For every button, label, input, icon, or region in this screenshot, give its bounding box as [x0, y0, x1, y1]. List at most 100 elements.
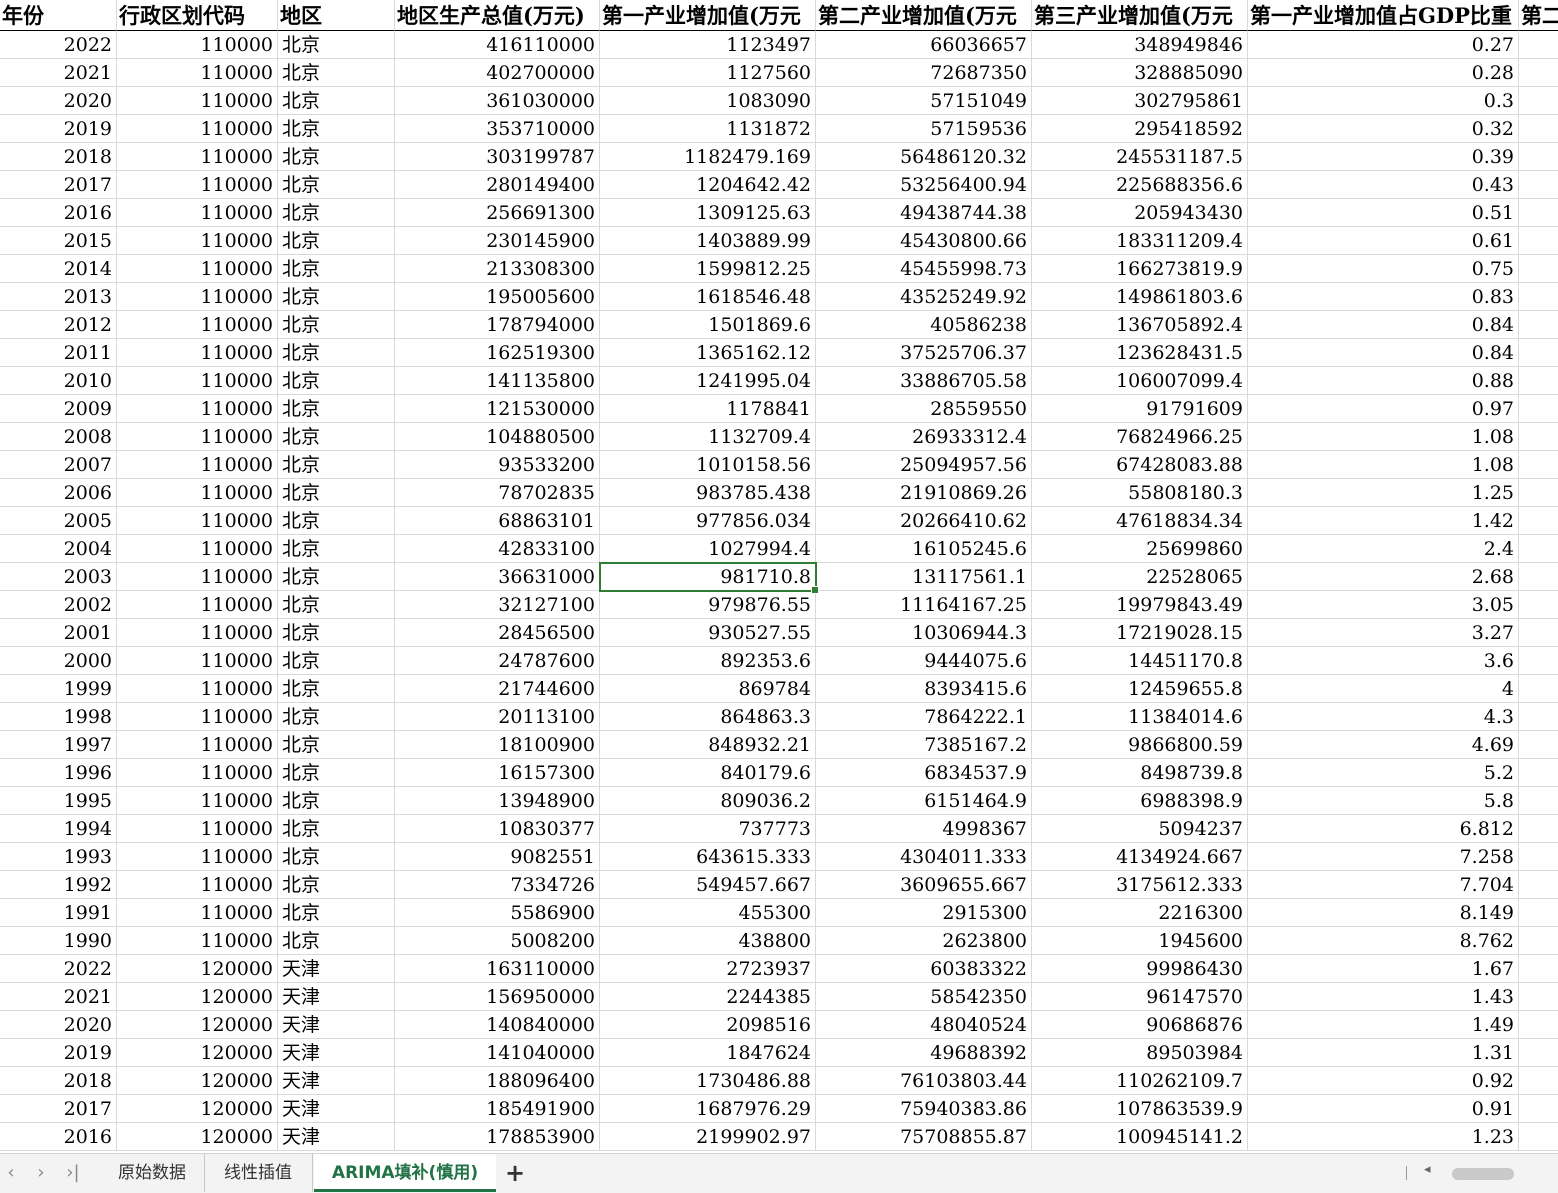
last-sheet-icon[interactable]: ›|: [62, 1162, 84, 1184]
cell-admin-code[interactable]: 120000: [117, 1067, 278, 1095]
cell-admin-code[interactable]: 110000: [117, 619, 278, 647]
cell-secondary-share[interactable]: [1519, 731, 1558, 759]
cell-primary-industry[interactable]: 1178841: [600, 395, 816, 423]
column-header-secondary-industry[interactable]: 第二产业增加值(万元: [816, 0, 1032, 31]
cell-tertiary-industry[interactable]: 96147570: [1032, 983, 1248, 1011]
cell-admin-code[interactable]: 110000: [117, 199, 278, 227]
cell-primary-industry[interactable]: 977856.034: [600, 507, 816, 535]
cell-year[interactable]: 1993: [0, 843, 117, 871]
cell-secondary-share[interactable]: [1519, 1123, 1558, 1151]
cell-gdp[interactable]: 9082551: [395, 843, 600, 871]
cell-admin-code[interactable]: 110000: [117, 283, 278, 311]
cell-secondary-industry[interactable]: 53256400.94: [816, 171, 1032, 199]
cell-primary-industry[interactable]: 1618546.48: [600, 283, 816, 311]
cell-gdp[interactable]: 68863101: [395, 507, 600, 535]
cell-year[interactable]: 2016: [0, 199, 117, 227]
cell-gdp[interactable]: 28456500: [395, 619, 600, 647]
cell-tertiary-industry[interactable]: 22528065: [1032, 563, 1248, 591]
cell-primary-industry[interactable]: 737773: [600, 815, 816, 843]
cell-region[interactable]: 北京: [278, 507, 395, 535]
tab-original-data[interactable]: 原始数据: [100, 1154, 205, 1192]
cell-tertiary-industry[interactable]: 89503984: [1032, 1039, 1248, 1067]
cell-secondary-industry[interactable]: 25094957.56: [816, 451, 1032, 479]
cell-tertiary-industry[interactable]: 302795861: [1032, 87, 1248, 115]
cell-tertiary-industry[interactable]: 4134924.667: [1032, 843, 1248, 871]
cell-admin-code[interactable]: 110000: [117, 339, 278, 367]
cell-year[interactable]: 1994: [0, 815, 117, 843]
cell-gdp[interactable]: 36631000: [395, 563, 600, 591]
cell-primary-industry[interactable]: 1599812.25: [600, 255, 816, 283]
cell-region[interactable]: 北京: [278, 59, 395, 87]
cell-region[interactable]: 北京: [278, 339, 395, 367]
cell-admin-code[interactable]: 110000: [117, 899, 278, 927]
cell-gdp[interactable]: 140840000: [395, 1011, 600, 1039]
cell-region[interactable]: 北京: [278, 87, 395, 115]
cell-secondary-share[interactable]: [1519, 591, 1558, 619]
cell-region[interactable]: 天津: [278, 1011, 395, 1039]
cell-admin-code[interactable]: 110000: [117, 423, 278, 451]
cell-primary-share[interactable]: 0.92: [1248, 1067, 1519, 1095]
cell-year[interactable]: 2008: [0, 423, 117, 451]
cell-secondary-industry[interactable]: 8393415.6: [816, 675, 1032, 703]
cell-primary-industry[interactable]: 1131872: [600, 115, 816, 143]
cell-admin-code[interactable]: 120000: [117, 1011, 278, 1039]
cell-year[interactable]: 1997: [0, 731, 117, 759]
cell-secondary-industry[interactable]: 57159536: [816, 115, 1032, 143]
cell-primary-industry[interactable]: 840179.6: [600, 759, 816, 787]
cell-secondary-industry[interactable]: 33886705.58: [816, 367, 1032, 395]
cell-secondary-industry[interactable]: 21910869.26: [816, 479, 1032, 507]
cell-year[interactable]: 1999: [0, 675, 117, 703]
cell-region[interactable]: 北京: [278, 843, 395, 871]
cell-gdp[interactable]: 141040000: [395, 1039, 600, 1067]
cell-region[interactable]: 北京: [278, 395, 395, 423]
cell-secondary-share[interactable]: [1519, 955, 1558, 983]
cell-admin-code[interactable]: 110000: [117, 59, 278, 87]
cell-region[interactable]: 北京: [278, 815, 395, 843]
cell-secondary-industry[interactable]: 11164167.25: [816, 591, 1032, 619]
cell-tertiary-industry[interactable]: 76824966.25: [1032, 423, 1248, 451]
cell-admin-code[interactable]: 110000: [117, 395, 278, 423]
cell-region[interactable]: 北京: [278, 283, 395, 311]
cell-secondary-share[interactable]: [1519, 59, 1558, 87]
cell-region[interactable]: 天津: [278, 983, 395, 1011]
cell-secondary-industry[interactable]: 72687350: [816, 59, 1032, 87]
cell-admin-code[interactable]: 110000: [117, 563, 278, 591]
cell-tertiary-industry[interactable]: 348949846: [1032, 31, 1248, 59]
cell-primary-share[interactable]: 0.84: [1248, 339, 1519, 367]
cell-year[interactable]: 2004: [0, 535, 117, 563]
cell-tertiary-industry[interactable]: 17219028.15: [1032, 619, 1248, 647]
cell-secondary-industry[interactable]: 3609655.667: [816, 871, 1032, 899]
cell-gdp[interactable]: 16157300: [395, 759, 600, 787]
cell-gdp[interactable]: 163110000: [395, 955, 600, 983]
cell-secondary-industry[interactable]: 37525706.37: [816, 339, 1032, 367]
cell-tertiary-industry[interactable]: 9866800.59: [1032, 731, 1248, 759]
column-header-tertiary-industry[interactable]: 第三产业增加值(万元: [1032, 0, 1248, 31]
cell-primary-industry[interactable]: 1204642.42: [600, 171, 816, 199]
cell-secondary-share[interactable]: [1519, 563, 1558, 591]
cell-year[interactable]: 2017: [0, 171, 117, 199]
cell-tertiary-industry[interactable]: 47618834.34: [1032, 507, 1248, 535]
cell-primary-industry[interactable]: 1132709.4: [600, 423, 816, 451]
tab-arima-imputation[interactable]: ARIMA填补(慎用): [314, 1154, 496, 1192]
cell-year[interactable]: 2013: [0, 283, 117, 311]
cell-gdp[interactable]: 93533200: [395, 451, 600, 479]
cell-gdp[interactable]: 213308300: [395, 255, 600, 283]
cell-region[interactable]: 北京: [278, 451, 395, 479]
cell-secondary-share[interactable]: [1519, 143, 1558, 171]
cell-primary-share[interactable]: 1.23: [1248, 1123, 1519, 1151]
cell-primary-share[interactable]: 0.97: [1248, 395, 1519, 423]
cell-year[interactable]: 2006: [0, 479, 117, 507]
cell-tertiary-industry[interactable]: 19979843.49: [1032, 591, 1248, 619]
cell-primary-share[interactable]: 1.43: [1248, 983, 1519, 1011]
cell-secondary-industry[interactable]: 4998367: [816, 815, 1032, 843]
cell-primary-industry[interactable]: 1010158.56: [600, 451, 816, 479]
cell-admin-code[interactable]: 110000: [117, 227, 278, 255]
cell-year[interactable]: 2012: [0, 311, 117, 339]
cell-admin-code[interactable]: 110000: [117, 479, 278, 507]
cell-primary-industry[interactable]: 1403889.99: [600, 227, 816, 255]
cell-secondary-share[interactable]: [1519, 479, 1558, 507]
cell-gdp[interactable]: 121530000: [395, 395, 600, 423]
cell-primary-industry[interactable]: 2199902.97: [600, 1123, 816, 1151]
cell-tertiary-industry[interactable]: 106007099.4: [1032, 367, 1248, 395]
cell-admin-code[interactable]: 110000: [117, 843, 278, 871]
